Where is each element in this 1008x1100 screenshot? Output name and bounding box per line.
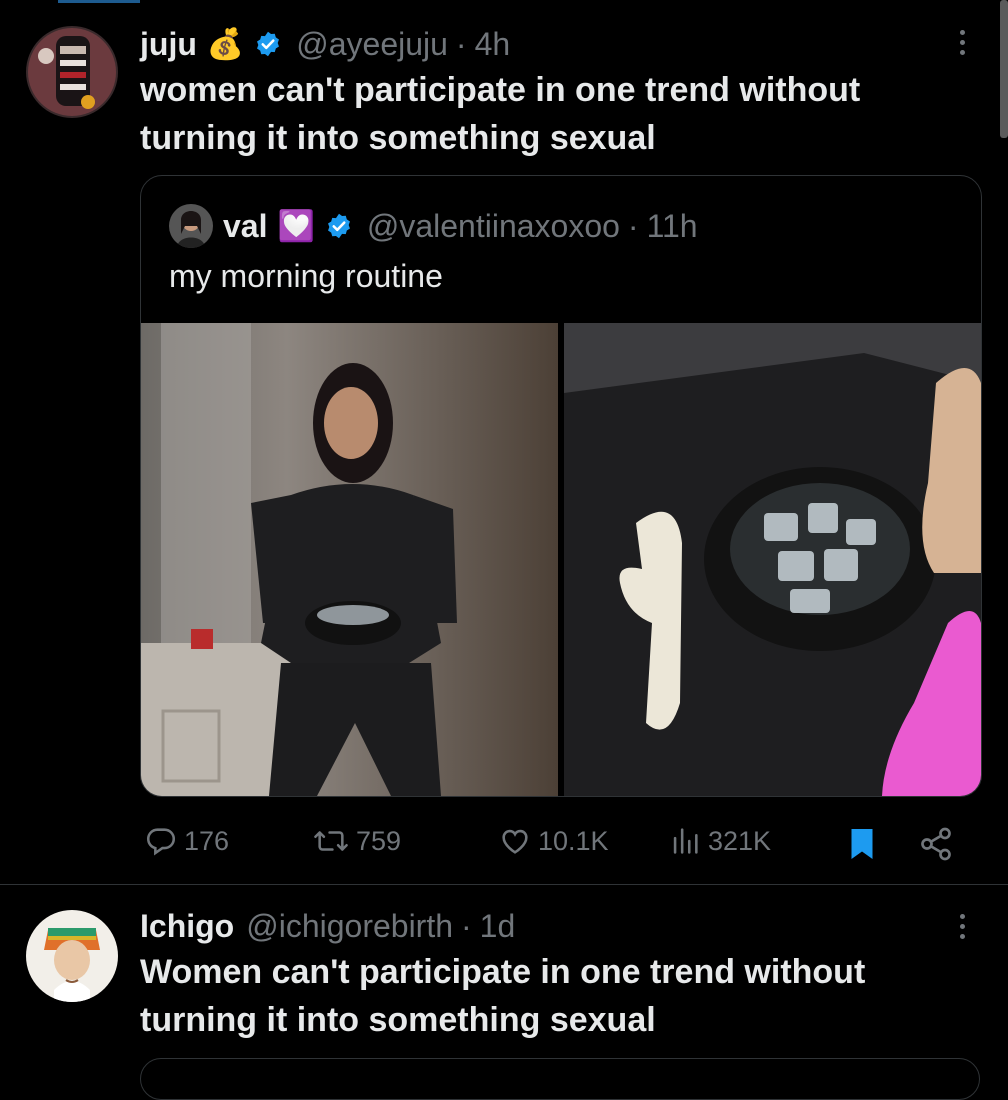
tweet-text: women can't participate in one trend wit… xyxy=(140,71,861,157)
reply-icon xyxy=(146,828,176,856)
more-icon[interactable] xyxy=(958,914,966,939)
reply-count: 176 xyxy=(184,825,230,856)
quoted-timestamp[interactable]: 11h xyxy=(647,208,698,245)
repost-button[interactable]: 759 xyxy=(312,824,401,858)
media-image-left[interactable] xyxy=(141,323,558,796)
scrollbar[interactable] xyxy=(1000,0,1008,138)
display-name[interactable]: Ichigo xyxy=(140,908,234,945)
timestamp[interactable]: 4h xyxy=(475,26,511,63)
quoted-handle[interactable]: @valentiinaxoxoo xyxy=(367,208,620,245)
top-tab-indicator xyxy=(58,0,140,3)
tweet-divider xyxy=(0,884,1008,885)
repost-count: 759 xyxy=(356,825,402,856)
tweet-actions: 176 759 10.1K 321K xyxy=(140,820,980,868)
media-grid xyxy=(141,323,981,796)
handle[interactable]: @ichigorebirth xyxy=(246,908,453,945)
quoted-display-name[interactable]: val xyxy=(223,208,267,245)
verified-badge-icon xyxy=(254,30,282,58)
views-icon xyxy=(673,828,698,854)
quoted-avatar[interactable] xyxy=(169,204,213,248)
tweet-header: Ichigo @ichigorebirth · 1d xyxy=(140,904,515,948)
more-icon[interactable] xyxy=(958,30,966,55)
verified-badge-icon xyxy=(325,212,353,240)
handle[interactable]: @ayeejuju xyxy=(296,26,448,63)
money-bag-emoji: 💰 xyxy=(206,27,245,61)
quoted-tweet[interactable]: val 💟 @valentiinaxoxoo · 11h my morning … xyxy=(140,175,982,797)
display-name[interactable]: juju xyxy=(140,26,197,63)
like-count: 10.1K xyxy=(538,825,609,856)
avatar[interactable] xyxy=(26,910,118,1002)
repost-icon xyxy=(314,831,348,851)
bookmark-button[interactable] xyxy=(846,826,878,862)
separator: · xyxy=(461,907,472,944)
share-button[interactable] xyxy=(918,826,954,862)
like-button[interactable]: 10.1K xyxy=(498,824,609,858)
heart-emoji: 💟 xyxy=(277,209,315,243)
separator: · xyxy=(627,207,639,244)
views-count: 321K xyxy=(708,825,772,856)
tweet-header: juju 💰 @ayeejuju · 4h xyxy=(140,22,510,66)
quoted-header: val 💟 @valentiinaxoxoo · 11h xyxy=(223,204,698,248)
tweet-text: Women can't participate in one trend wit… xyxy=(140,953,866,1039)
views-button[interactable]: 321K xyxy=(668,824,771,858)
like-icon xyxy=(502,829,528,854)
reply-button[interactable]: 176 xyxy=(144,824,229,858)
timestamp[interactable]: 1d xyxy=(480,908,516,945)
share-icon xyxy=(921,827,951,861)
separator: · xyxy=(455,25,467,62)
avatar[interactable] xyxy=(26,26,118,118)
quoted-tweet[interactable] xyxy=(140,1058,980,1100)
media-image-right[interactable] xyxy=(564,323,981,796)
bookmark-icon xyxy=(851,829,873,859)
quoted-text: my morning routine xyxy=(169,258,443,294)
